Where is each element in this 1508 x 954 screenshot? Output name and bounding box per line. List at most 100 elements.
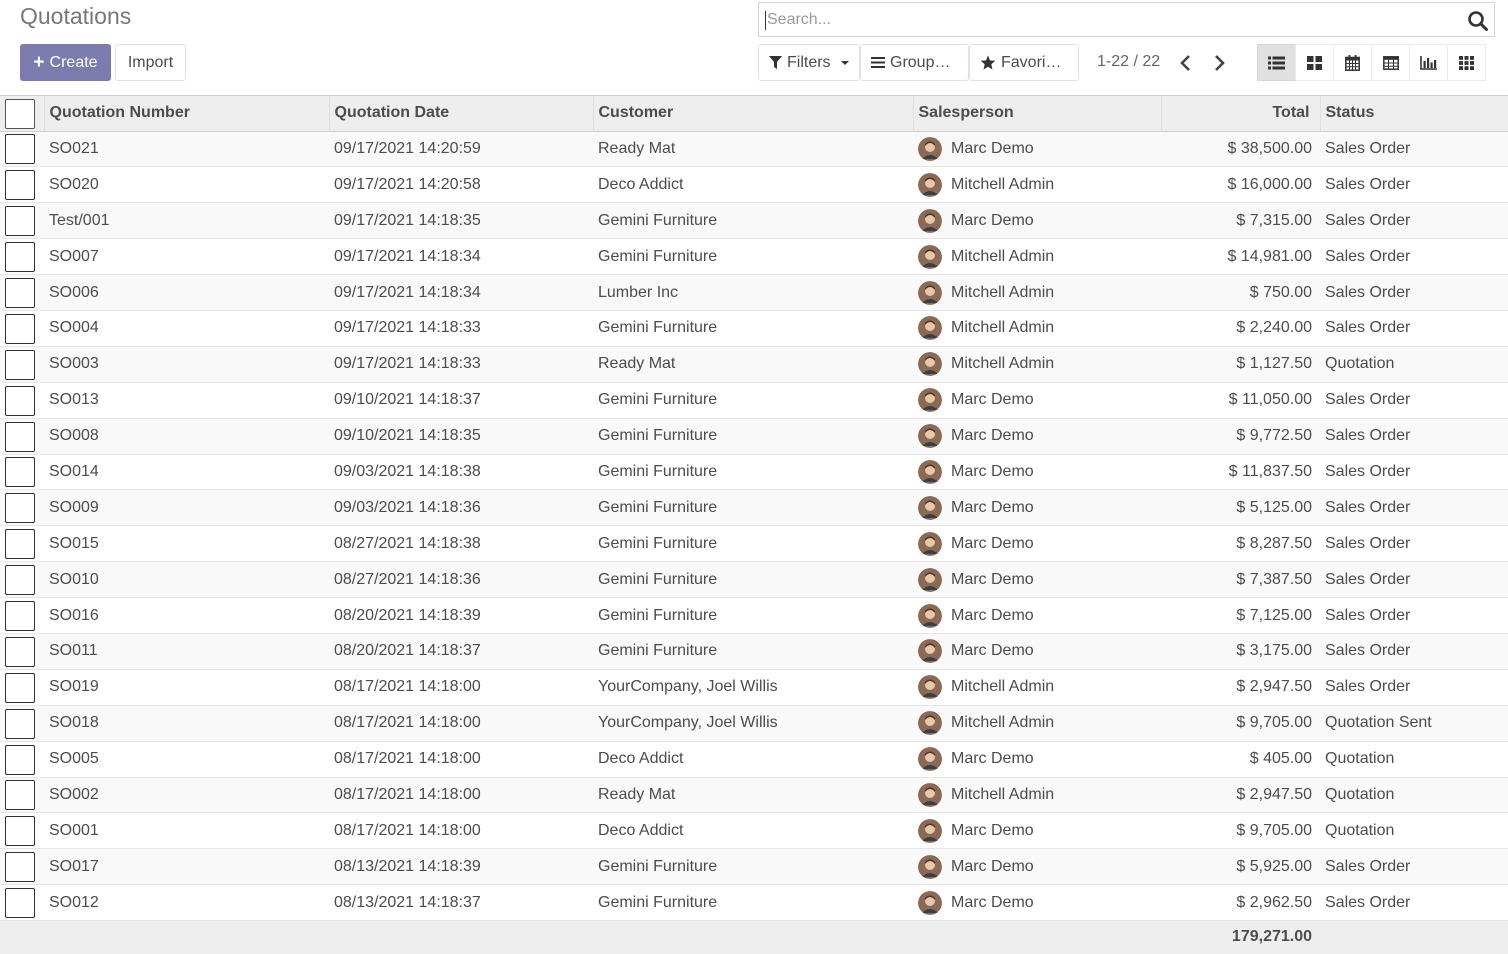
row-checkbox[interactable]: [5, 242, 35, 273]
avatar: [918, 388, 942, 413]
create-button[interactable]: + Create: [20, 44, 111, 81]
quotation-number: SO006: [44, 274, 329, 311]
table-row[interactable]: SO005 08/17/2021 14:18:00 Deco Addict Ma…: [0, 741, 1508, 778]
salesperson-cell: Marc Demo: [913, 131, 1161, 168]
row-select-cell: [0, 310, 44, 347]
table-row[interactable]: SO015 08/27/2021 14:18:38 Gemini Furnitu…: [0, 525, 1508, 563]
search-input[interactable]: [765, 3, 1455, 36]
row-checkbox[interactable]: [5, 636, 35, 667]
search-icon[interactable]: [1467, 10, 1489, 32]
column-header-salesperson[interactable]: Salesperson: [913, 96, 1162, 132]
row-checkbox[interactable]: [5, 349, 35, 380]
row-checkbox[interactable]: [5, 565, 35, 596]
row-checkbox[interactable]: [5, 816, 35, 847]
chevron-right-icon[interactable]: [1209, 52, 1229, 74]
table-row[interactable]: SO009 09/03/2021 14:18:36 Gemini Furnitu…: [0, 489, 1508, 527]
avatar: [918, 567, 942, 592]
table-row[interactable]: SO020 09/17/2021 14:20:58 Deco Addict Mi…: [0, 166, 1508, 204]
row-checkbox[interactable]: [5, 421, 35, 452]
table-row[interactable]: SO017 08/13/2021 14:18:39 Gemini Furnitu…: [0, 848, 1508, 886]
column-header-customer[interactable]: Customer: [593, 96, 914, 132]
salesperson-name: Marc Demo: [951, 211, 1034, 229]
table-header-row: Quotation Number Quotation Date Customer…: [0, 96, 1508, 132]
table-row[interactable]: SO003 09/17/2021 14:18:33 Ready Mat Mitc…: [0, 346, 1508, 383]
row-checkbox[interactable]: [5, 313, 35, 344]
quotation-total: $ 5,125.00: [1161, 489, 1320, 527]
filters-dropdown[interactable]: Filters: [758, 44, 860, 81]
row-checkbox[interactable]: [5, 206, 35, 237]
list-view-button[interactable]: [1257, 44, 1296, 81]
column-header-status[interactable]: Status: [1320, 96, 1508, 132]
table-row[interactable]: SO002 08/17/2021 14:18:00 Ready Mat Mitc…: [0, 777, 1508, 814]
list-view-icon: [1268, 56, 1285, 69]
quotation-total: $ 3,175.00: [1161, 633, 1320, 670]
table-row[interactable]: SO004 09/17/2021 14:18:33 Gemini Furnitu…: [0, 310, 1508, 347]
row-checkbox[interactable]: [5, 852, 35, 883]
activity-view-icon: [1459, 55, 1474, 70]
row-checkbox[interactable]: [5, 708, 35, 739]
row-checkbox[interactable]: [5, 457, 35, 488]
customer-name: Gemini Furniture: [593, 202, 913, 240]
graph-view-button[interactable]: [1409, 44, 1448, 81]
table-row[interactable]: SO019 08/17/2021 14:18:00 YourCompany, J…: [0, 669, 1508, 706]
row-checkbox[interactable]: [5, 134, 35, 165]
customer-name: Gemini Furniture: [593, 633, 913, 670]
column-header-number[interactable]: Quotation Number: [44, 96, 330, 132]
row-select-cell: [0, 669, 44, 706]
group-by-dropdown[interactable]: Group…: [860, 44, 969, 81]
table-row[interactable]: SO008 09/10/2021 14:18:35 Gemini Furnitu…: [0, 418, 1508, 455]
customer-name: Gemini Furniture: [593, 310, 913, 347]
table-row[interactable]: SO011 08/20/2021 14:18:37 Gemini Furnitu…: [0, 633, 1508, 670]
column-header-date[interactable]: Quotation Date: [329, 96, 594, 132]
row-select-cell: [0, 777, 44, 814]
quotation-date: 08/17/2021 14:18:00: [329, 741, 593, 778]
pager-value[interactable]: 1-22 / 22: [1097, 53, 1160, 71]
row-checkbox[interactable]: [5, 385, 35, 416]
calendar-view-icon: [1345, 54, 1360, 71]
salesperson-name: Mitchell Admin: [951, 175, 1055, 193]
row-checkbox[interactable]: [5, 780, 35, 811]
salesperson-name: Marc Demo: [951, 642, 1034, 660]
column-header-total[interactable]: Total: [1161, 96, 1321, 132]
row-checkbox[interactable]: [5, 888, 35, 919]
row-checkbox[interactable]: [5, 278, 35, 308]
avatar: [918, 603, 942, 628]
avatar: [918, 208, 942, 233]
import-button[interactable]: Import: [115, 44, 186, 81]
favorites-dropdown[interactable]: Favori…: [969, 44, 1079, 81]
row-checkbox[interactable]: [5, 744, 35, 775]
quotation-status: Sales Order: [1320, 310, 1508, 347]
table-row[interactable]: SO010 08/27/2021 14:18:36 Gemini Furnitu…: [0, 561, 1508, 599]
select-all-checkbox[interactable]: [5, 98, 35, 129]
plus-icon: +: [33, 52, 45, 73]
quotation-total: $ 750.00: [1161, 274, 1320, 311]
row-checkbox[interactable]: [5, 529, 35, 560]
table-row[interactable]: SO014 09/03/2021 14:18:38 Gemini Furnitu…: [0, 454, 1508, 491]
kanban-view-button[interactable]: [1295, 44, 1334, 81]
chevron-left-icon[interactable]: [1176, 52, 1196, 74]
row-checkbox[interactable]: [5, 493, 35, 524]
table-row[interactable]: SO012 08/13/2021 14:18:37 Gemini Furnitu…: [0, 884, 1508, 922]
table-row[interactable]: SO006 09/17/2021 14:18:34 Lumber Inc Mit…: [0, 274, 1508, 311]
row-checkbox[interactable]: [5, 672, 35, 703]
table-row[interactable]: SO016 08/20/2021 14:18:39 Gemini Furnitu…: [0, 597, 1508, 634]
row-checkbox[interactable]: [5, 601, 35, 632]
activity-view-button[interactable]: [1447, 44, 1486, 81]
salesperson-cell: Mitchell Admin: [913, 777, 1161, 814]
row-checkbox[interactable]: [5, 170, 35, 201]
row-select-cell: [0, 633, 44, 670]
table-row[interactable]: SO013 09/10/2021 14:18:37 Gemini Furnitu…: [0, 382, 1508, 419]
table-row[interactable]: SO021 09/17/2021 14:20:59 Ready Mat Marc…: [0, 131, 1508, 168]
table-row[interactable]: SO018 08/17/2021 14:18:00 YourCompany, J…: [0, 705, 1508, 742]
table-row[interactable]: SO001 08/17/2021 14:18:00 Deco Addict Ma…: [0, 812, 1508, 850]
quotation-status: Sales Order: [1320, 166, 1508, 204]
calendar-view-button[interactable]: [1333, 44, 1372, 81]
kanban-view-icon: [1307, 55, 1322, 70]
salesperson-cell: Mitchell Admin: [913, 310, 1161, 347]
pivot-view-button[interactable]: [1371, 44, 1410, 81]
quotation-status: Sales Order: [1320, 633, 1508, 670]
salesperson-name: Marc Demo: [951, 893, 1034, 911]
quotation-status: Sales Order: [1320, 131, 1508, 168]
table-row[interactable]: SO007 09/17/2021 14:18:34 Gemini Furnitu…: [0, 238, 1508, 276]
table-row[interactable]: Test/001 09/17/2021 14:18:35 Gemini Furn…: [0, 202, 1508, 240]
